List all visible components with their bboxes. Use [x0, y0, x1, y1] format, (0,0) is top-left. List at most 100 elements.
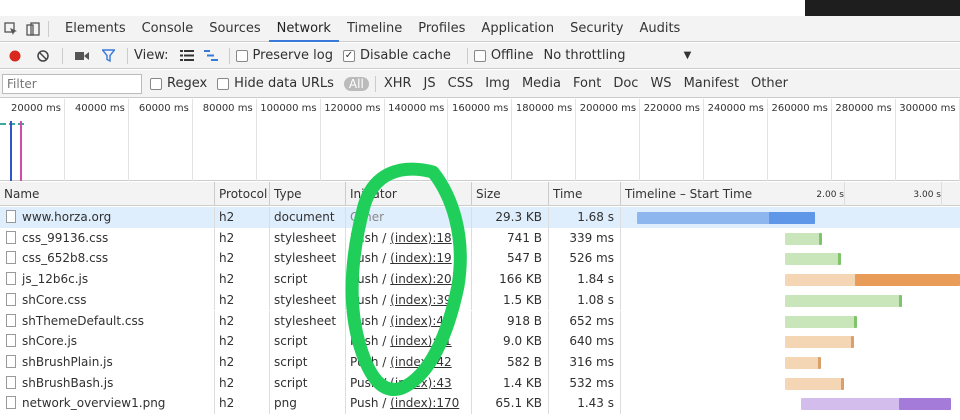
cell-name[interactable]: shCore.js: [0, 331, 215, 352]
waterfall-download-bar: [899, 294, 902, 307]
filter-all-pill[interactable]: All: [343, 76, 369, 91]
waterfall-bar[interactable]: [785, 315, 856, 328]
cell-name[interactable]: shCore.css: [0, 289, 215, 311]
list-view-icon[interactable]: [175, 50, 199, 61]
tab-profiles[interactable]: Profiles: [410, 16, 473, 42]
filter-input[interactable]: [2, 73, 142, 94]
checkbox-box[interactable]: [217, 77, 230, 90]
checkbox-box[interactable]: [235, 49, 248, 62]
overview-load-line: [20, 121, 22, 181]
cell-protocol: h2: [215, 248, 270, 270]
toolbar-separator: [62, 47, 63, 64]
filter-type-manifest[interactable]: Manifest: [684, 76, 739, 91]
tab-elements[interactable]: Elements: [57, 16, 134, 42]
initiator-link[interactable]: (index):41: [390, 334, 452, 348]
waterfall-download-bar: [855, 274, 960, 287]
video-camera-icon[interactable]: [69, 51, 95, 61]
initiator-link[interactable]: (index):43: [390, 376, 452, 390]
filter-type-img[interactable]: Img: [485, 76, 510, 91]
cell-protocol: h2: [215, 372, 270, 394]
tab-sources[interactable]: Sources: [201, 16, 268, 42]
filter-type-other[interactable]: Other: [751, 76, 788, 91]
table-row[interactable]: shBrushPlain.js h2 script Push / (index):42…: [0, 351, 960, 373]
waterfall-download-bar: [851, 336, 854, 349]
filter-type-xhr[interactable]: XHR: [384, 76, 412, 91]
table-row[interactable]: shBrushBash.js h2 script Push / (index):43 1…: [0, 372, 960, 394]
hide-data-urls-checkbox[interactable]: Hide data URLs: [217, 76, 334, 91]
cell-name[interactable]: network_overview1.png: [0, 393, 215, 414]
cell-initiator: Push / (index):170: [346, 393, 472, 414]
dropdown-arrow-icon[interactable]: ▼: [684, 50, 692, 61]
table-row[interactable]: shCore.css h2 stylesheet Push / (index):39 1…: [0, 289, 960, 311]
initiator-link[interactable]: (index):18: [390, 231, 452, 245]
cell-name[interactable]: css_99136.css: [0, 227, 215, 249]
cell-name[interactable]: shThemeDefault.css: [0, 310, 215, 332]
initiator-link[interactable]: (index):42: [390, 355, 452, 369]
initiator-push: Push /: [350, 251, 391, 266]
cell-name[interactable]: shBrushPlain.js: [0, 351, 215, 373]
header-initiator[interactable]: Initiator: [346, 182, 472, 206]
cell-name[interactable]: shBrushBash.js: [0, 372, 215, 394]
tab-security[interactable]: Security: [562, 16, 631, 42]
cell-name[interactable]: js_12b6c.js: [0, 269, 215, 290]
table-row[interactable]: shThemeDefault.css h2 stylesheet Push / (in…: [0, 310, 960, 332]
cell-name[interactable]: www.horza.org: [0, 207, 215, 228]
cell-time: 1.68 s: [549, 207, 621, 228]
header-size[interactable]: Size: [472, 182, 549, 206]
initiator-link[interactable]: (index):20: [390, 272, 452, 286]
clear-icon[interactable]: [30, 49, 56, 62]
cell-initiator: Push / (index):19: [346, 248, 472, 270]
waterfall-view-icon[interactable]: [199, 50, 223, 61]
filter-type-doc[interactable]: Doc: [613, 76, 638, 91]
initiator-link[interactable]: (index):170: [390, 396, 459, 410]
waterfall-bar[interactable]: [785, 377, 843, 390]
waterfall-bar[interactable]: [785, 253, 840, 266]
initiator-link[interactable]: (index):19: [390, 251, 452, 265]
waterfall-bar[interactable]: [785, 294, 902, 307]
offline-checkbox[interactable]: Offline: [473, 48, 533, 63]
preserve-log-checkbox[interactable]: Preserve log: [235, 48, 333, 63]
cell-name[interactable]: css_652b8.css: [0, 248, 215, 270]
top-strip-white: [0, 0, 805, 16]
checkbox-box[interactable]: [473, 49, 486, 62]
header-type[interactable]: Type: [270, 182, 346, 206]
overview-gridline: [958, 99, 960, 181]
cell-time: 339 ms: [549, 227, 621, 249]
regex-checkbox[interactable]: Regex: [150, 76, 207, 91]
filter-type-css[interactable]: CSS: [448, 76, 474, 91]
network-overview[interactable]: 20000 ms 40000 ms 60000 ms 80000 ms 100000 m…: [0, 99, 960, 181]
tab-console[interactable]: Console: [134, 16, 202, 42]
cell-type: script: [270, 372, 346, 394]
filter-type-ws[interactable]: WS: [650, 76, 671, 91]
header-time[interactable]: Time: [549, 182, 621, 206]
checkbox-box[interactable]: [150, 77, 162, 90]
record-icon[interactable]: [0, 50, 30, 62]
filter-icon[interactable]: [95, 49, 121, 62]
filter-type-font[interactable]: Font: [573, 76, 601, 91]
waterfall-bar[interactable]: [785, 336, 853, 349]
initiator-link[interactable]: (index):39: [390, 293, 452, 307]
table-row[interactable]: www.horza.org h2 document Other 29.3 KB 1.68 …: [0, 207, 960, 228]
header-name[interactable]: Name: [0, 182, 215, 206]
table-row[interactable]: js_12b6c.js h2 script Push / (index):20 166 …: [0, 269, 960, 290]
waterfall-bar[interactable]: [785, 356, 820, 369]
tab-application[interactable]: Application: [473, 16, 562, 42]
table-row[interactable]: css_99136.css h2 stylesheet Push / (index):…: [0, 227, 960, 249]
filter-type-js[interactable]: JS: [424, 76, 436, 91]
inspect-element-icon[interactable]: [0, 16, 22, 42]
tab-network[interactable]: Network: [268, 16, 339, 42]
initiator-link[interactable]: (index):40: [390, 314, 452, 328]
checkmark-icon[interactable]: ✓: [342, 49, 355, 62]
device-mode-icon[interactable]: [22, 16, 44, 42]
tab-timeline[interactable]: Timeline: [339, 16, 410, 42]
throttling-select[interactable]: No throttling: [543, 48, 625, 63]
tab-audits[interactable]: Audits: [631, 16, 688, 42]
table-row[interactable]: network_overview1.png h2 png Push / (index)…: [0, 393, 960, 414]
header-protocol[interactable]: Protocol: [215, 182, 270, 206]
table-row[interactable]: shCore.js h2 script Push / (index):41 9.0 KB…: [0, 331, 960, 352]
network-toolbar: View: Preserve log ✓ Disable cache Offlin…: [0, 43, 960, 69]
filter-type-media[interactable]: Media: [522, 76, 561, 91]
waterfall-bar[interactable]: [785, 232, 821, 245]
disable-cache-checkbox[interactable]: ✓ Disable cache: [342, 48, 451, 63]
table-row[interactable]: css_652b8.css h2 stylesheet Push / (index):…: [0, 248, 960, 270]
